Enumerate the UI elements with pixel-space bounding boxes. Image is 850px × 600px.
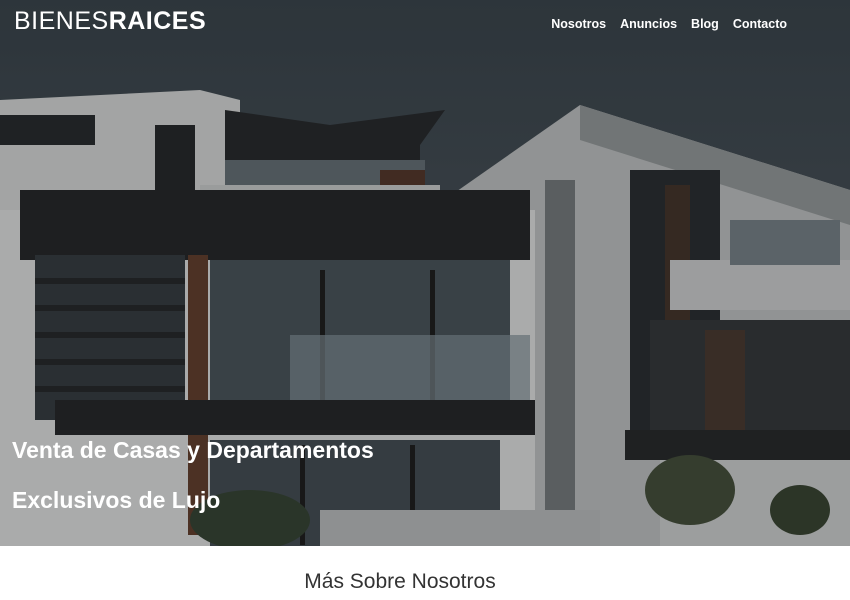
hero-title: Venta de Casas y Departamentos Exclusivo… — [12, 425, 612, 525]
hero-title-line-1: Venta de Casas y Departamentos — [12, 437, 374, 463]
nav-link-anuncios[interactable]: Anuncios — [620, 17, 677, 31]
hero-title-line-2: Exclusivos de Lujo — [12, 487, 221, 513]
nav-link-blog[interactable]: Blog — [691, 17, 719, 31]
logo-text-bold: RAICES — [108, 7, 207, 35]
main-navigation: Nosotros Anuncios Blog Contacto — [551, 17, 787, 31]
about-section-heading: Más Sobre Nosotros — [304, 570, 496, 593]
logo-text-light: BIENES — [14, 7, 109, 35]
hero-banner: BIENESRAICES Nosotros Anuncios Blog Cont… — [0, 0, 850, 546]
site-logo[interactable]: BIENESRAICES — [14, 6, 206, 36]
nav-link-contacto[interactable]: Contacto — [733, 17, 787, 31]
site-header: BIENESRAICES Nosotros Anuncios Blog Cont… — [0, 0, 850, 50]
nav-link-nosotros[interactable]: Nosotros — [551, 17, 606, 31]
